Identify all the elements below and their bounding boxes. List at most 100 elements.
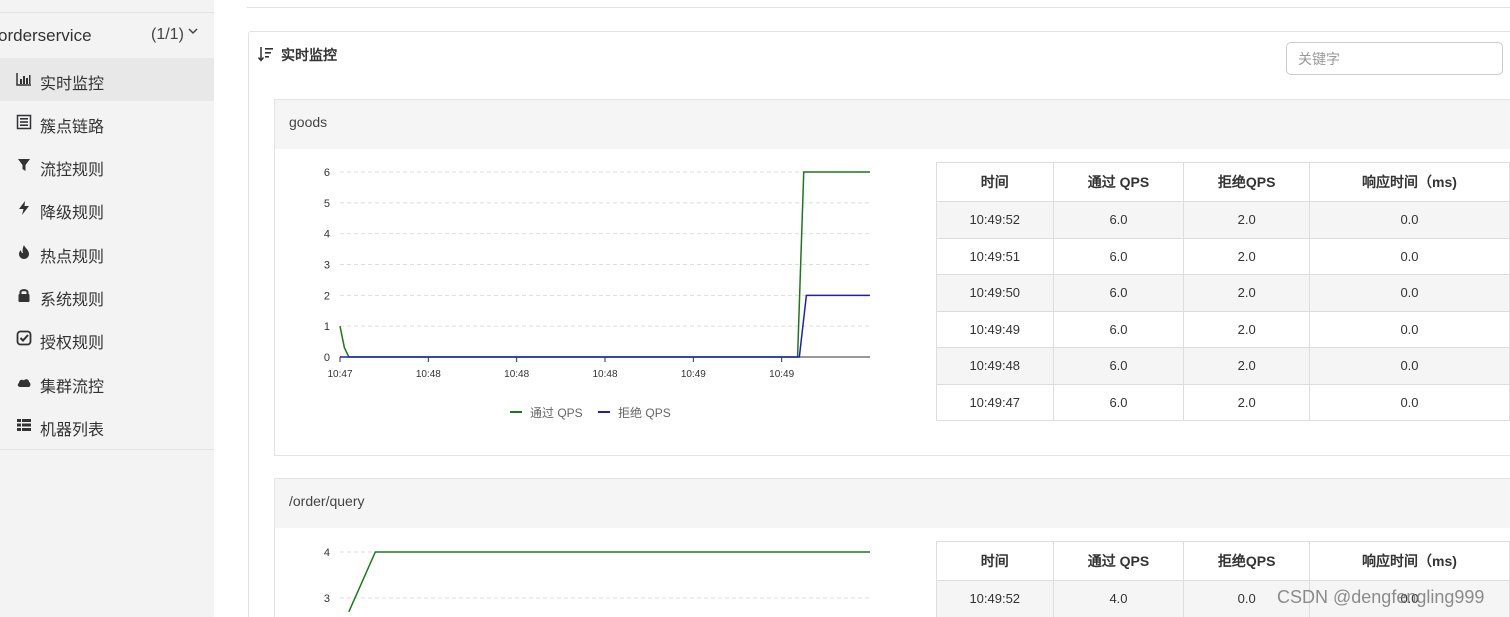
table-row: 10:49:50 6.0 2.0 0.0 (936, 274, 1510, 312)
sidebar-item-flow-rules[interactable]: 流控规则 (0, 144, 214, 187)
sidebar-item-label: 降级规则 (40, 205, 105, 222)
app-selector[interactable]: orderservice (1/1) (0, 14, 214, 58)
y-tick-label: 4 (324, 229, 330, 241)
sidebar-item-machine-list[interactable]: 机器列表 (0, 404, 214, 447)
sidebar-item-label: 流控规则 (40, 162, 105, 179)
cell-time: 10:49:49 (936, 310, 1054, 348)
column-header-rt: 响应时间（ms) (1308, 162, 1510, 202)
cell-pass-qps: 6.0 (1052, 347, 1185, 385)
y-tick-label: 0 (324, 352, 330, 364)
sidebar-item-resource-chain[interactable]: 簇点链路 (0, 101, 214, 144)
cell-time: 10:49:50 (936, 274, 1054, 312)
sidebar-item-label: 机器列表 (40, 422, 105, 439)
series-line (348, 551, 870, 613)
cell-block-qps: 2.0 (1183, 347, 1310, 385)
sort-icon (257, 45, 274, 63)
y-tick-label: 1 (324, 321, 330, 333)
x-tick-label: 10:49 (681, 369, 706, 380)
x-tick-label: 10:48 (592, 369, 617, 380)
legend-pass-label: 通过 QPS (530, 406, 583, 420)
search-input[interactable] (1286, 42, 1503, 75)
flash-icon (16, 200, 32, 216)
chart-legend: 通过 QPS 拒绝 QPS (510, 404, 683, 421)
x-tick-label: 10:48 (504, 369, 529, 380)
sidebar-item-label: 实时监控 (40, 76, 105, 93)
cell-time: 10:49:52 (936, 580, 1054, 617)
resource-header: /order/query (275, 479, 1510, 528)
cell-block-qps: 2.0 (1183, 310, 1310, 348)
qps-chart-order-query: 34 (324, 547, 870, 613)
sidebar-item-label: 系统规则 (40, 292, 105, 309)
list-icon (16, 114, 32, 130)
cell-rt: 0.0 (1308, 237, 1510, 275)
cell-time: 10:49:51 (936, 237, 1054, 275)
cell-pass-qps: 6.0 (1052, 274, 1185, 312)
column-header-block-qps: 拒绝QPS (1183, 541, 1310, 581)
resource-name: goods (289, 114, 328, 130)
column-header-rt: 响应时间（ms) (1308, 541, 1510, 581)
qps-chart-goods: 0 1 2 3 4 5 6 10:47 10:48 10:48 10:48 10:49 10:49 (324, 167, 870, 380)
legend-block-label: 拒绝 QPS (618, 406, 671, 420)
cell-pass-qps: 6.0 (1052, 201, 1185, 239)
panel-title: 实时监控 (281, 47, 337, 63)
cell-pass-qps: 6.0 (1052, 237, 1185, 275)
table-row: 10:49:48 6.0 2.0 0.0 (936, 347, 1510, 385)
table-icon (16, 417, 32, 433)
y-tick-label: 2 (324, 290, 330, 302)
column-header-time: 时间 (936, 541, 1054, 581)
cloud-icon (16, 374, 32, 390)
sidebar-item-realtime-monitor[interactable]: 实时监控 (0, 58, 214, 101)
cell-time: 10:49:48 (936, 347, 1054, 385)
cell-block-qps: 2.0 (1183, 237, 1310, 275)
y-tick-label: 3 (324, 260, 330, 272)
cell-rt: 0.0 (1308, 383, 1510, 421)
watermark: CSDN @dengfengling999 (1277, 587, 1485, 607)
column-header-block-qps: 拒绝QPS (1183, 162, 1310, 202)
app-name: orderservice (0, 26, 92, 45)
cell-rt: 0.0 (1308, 347, 1510, 385)
resource-header: goods (275, 100, 1510, 149)
column-header-pass-qps: 通过 QPS (1052, 162, 1185, 202)
cell-rt: 0.0 (1308, 274, 1510, 312)
y-tick-label: 6 (324, 167, 330, 179)
sidebar: orderservice (1/1) 实时监控 簇点链路 流控规则 降级规则 热… (0, 0, 214, 617)
x-tick-label: 10:49 (769, 369, 794, 380)
sidebar-item-label: 授权规则 (40, 335, 105, 352)
y-tick-label: 3 (324, 593, 330, 605)
qps-table-goods: 时间 通过 QPS 拒绝QPS 响应时间（ms) 10:49:52 6.0 2.… (936, 162, 1510, 421)
y-tick-label: 5 (324, 198, 330, 210)
sidebar-item-label: 集群流控 (40, 379, 105, 396)
table-row: 10:49:47 6.0 2.0 0.0 (936, 383, 1510, 421)
sidebar-item-cluster-flow[interactable]: 集群流控 (0, 361, 214, 404)
cell-block-qps: 2.0 (1183, 201, 1310, 239)
sidebar-item-degrade-rules[interactable]: 降级规则 (0, 187, 214, 230)
cell-pass-qps: 6.0 (1052, 310, 1185, 348)
table-row: 10:49:52 6.0 2.0 0.0 (936, 201, 1510, 239)
cell-pass-qps: 6.0 (1052, 383, 1185, 421)
cell-block-qps: 2.0 (1183, 274, 1310, 312)
cell-time: 10:49:47 (936, 383, 1054, 421)
resource-name: /order/query (289, 493, 365, 509)
column-header-pass-qps: 通过 QPS (1052, 541, 1185, 581)
table-row: 10:49:51 6.0 2.0 0.0 (936, 237, 1510, 275)
legend-item-block[interactable]: 拒绝 QPS (598, 406, 671, 420)
chevron-down-icon (188, 24, 198, 38)
sidebar-item-label: 热点规则 (40, 249, 105, 266)
sidebar-divider (0, 12, 214, 13)
sidebar-item-auth-rules[interactable]: 授权规则 (0, 317, 214, 360)
sidebar-item-system-rules[interactable]: 系统规则 (0, 274, 214, 317)
cell-rt: 0.0 (1308, 201, 1510, 239)
column-header-time: 时间 (936, 162, 1054, 202)
sidebar-item-hotspot-rules[interactable]: 热点规则 (0, 231, 214, 274)
sidebar-divider (0, 449, 214, 450)
x-tick-label: 10:48 (416, 369, 441, 380)
y-tick-label: 4 (324, 547, 330, 559)
cell-time: 10:49:52 (936, 201, 1054, 239)
filter-icon (16, 157, 32, 173)
check-square-icon (16, 330, 32, 346)
legend-item-pass[interactable]: 通过 QPS (510, 406, 583, 420)
sidebar-item-label: 簇点链路 (40, 119, 105, 136)
cell-rt: 0.0 (1308, 310, 1510, 348)
table-row: 10:49:49 6.0 2.0 0.0 (936, 310, 1510, 348)
fire-icon (16, 244, 32, 260)
